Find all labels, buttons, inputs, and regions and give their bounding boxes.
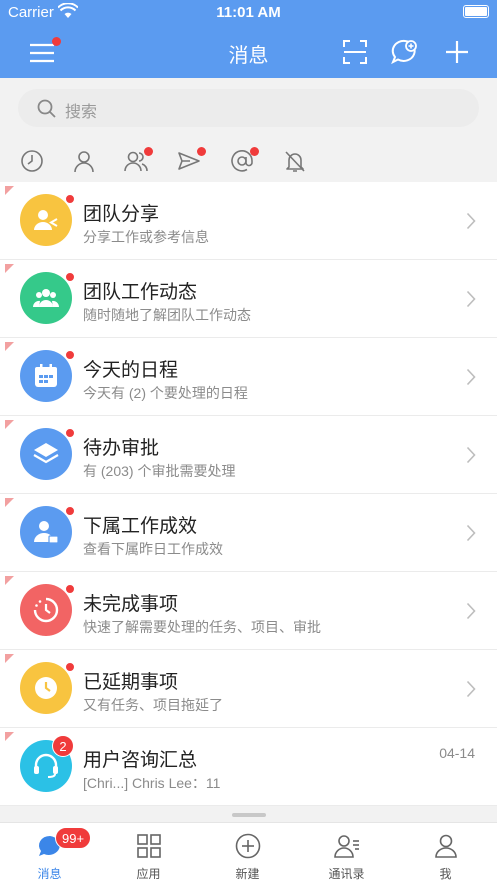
group-notification-dot (144, 147, 153, 156)
bell-off-icon[interactable] (283, 149, 307, 173)
corner-marker (5, 186, 14, 195)
list-item[interactable]: 今天的日程 今天有 (2) 个要处理的日程 (0, 338, 497, 416)
item-subtitle: 又有任务、项目拖延了 (83, 697, 223, 713)
corner-marker (5, 732, 14, 741)
battery-icon (463, 5, 489, 18)
scan-icon[interactable] (341, 37, 371, 67)
at-notification-dot (250, 147, 259, 156)
item-title: 待办审批 (83, 438, 160, 459)
tab-label: 我 (439, 867, 452, 881)
item-title: 已延期事项 (83, 672, 179, 693)
corner-marker (5, 420, 14, 429)
send-notification-dot (197, 147, 206, 156)
item-subtitle: [Chri...] Chris Lee：11 (83, 775, 221, 791)
list-item[interactable]: 未完成事项 快速了解需要处理的任务、项目、审批 (0, 572, 497, 650)
subordinate-icon (20, 506, 72, 558)
tab-messages[interactable]: 99+ 消息 (0, 823, 99, 883)
grid-icon (137, 834, 161, 858)
plus-circle-icon (235, 833, 261, 859)
unread-count-badge: 2 (52, 735, 74, 757)
tab-label: 应用 (136, 867, 161, 881)
drag-handle[interactable] (232, 813, 266, 817)
corner-marker (5, 576, 14, 585)
message-list: 团队分享 分享工作或参考信息 团队工作动态 随时随地了解团队工作动态 今天的日程… (0, 182, 497, 806)
item-subtitle: 快速了解需要处理的任务、项目、审批 (83, 619, 321, 635)
item-title: 未完成事项 (83, 594, 179, 615)
item-subtitle: 有 (203) 个审批需要处理 (83, 463, 236, 479)
item-subtitle: 随时随地了解团队工作动态 (83, 307, 251, 323)
item-title: 团队分享 (83, 204, 160, 225)
list-item[interactable]: 团队分享 分享工作或参考信息 (0, 182, 497, 260)
search-bar[interactable]: 搜索 (18, 89, 479, 127)
unread-dot (65, 506, 75, 516)
at-icon[interactable] (230, 147, 259, 173)
list-item[interactable]: 团队工作动态 随时随地了解团队工作动态 (0, 260, 497, 338)
tab-label: 通讯录 (328, 867, 365, 881)
user-icon (435, 834, 457, 858)
chevron-right-icon (466, 446, 476, 469)
calendar-icon (20, 350, 72, 402)
corner-marker (5, 264, 14, 273)
tab-new[interactable]: 新建 (198, 823, 297, 883)
tab-me[interactable]: 我 (396, 823, 495, 883)
messages-badge: 99+ (55, 827, 92, 849)
tab-label: 消息 (37, 867, 62, 881)
plus-icon[interactable] (443, 37, 473, 67)
item-subtitle: 查看下属昨日工作成效 (83, 541, 223, 557)
tab-apps[interactable]: 应用 (99, 823, 198, 883)
corner-marker (5, 498, 14, 507)
group-icon[interactable] (124, 147, 153, 173)
unread-dot (65, 272, 75, 282)
page-title: 消息 (228, 45, 269, 67)
unread-dot (65, 662, 75, 672)
clock-icon (20, 662, 72, 714)
search-input[interactable]: 搜索 (65, 98, 97, 122)
list-item[interactable]: 2 用户咨询汇总 [Chri...] Chris Lee：11 04-14 (0, 728, 497, 806)
list-item[interactable]: 下属工作成效 查看下属昨日工作成效 (0, 494, 497, 572)
chevron-right-icon (466, 290, 476, 313)
item-title: 团队工作动态 (83, 282, 198, 303)
team-icon (20, 272, 72, 324)
search-icon (37, 99, 56, 123)
clock-pending-icon (20, 584, 72, 636)
status-bar: Carrier 11:01 AM (0, 0, 497, 26)
clock-icon[interactable] (20, 149, 44, 173)
send-icon[interactable] (177, 147, 206, 173)
tab-contacts[interactable]: 通讯录 (297, 823, 396, 883)
item-subtitle: 分享工作或参考信息 (83, 229, 209, 245)
unread-dot (65, 194, 75, 204)
clock-time: 11:01 AM (216, 4, 281, 21)
item-date: 04-14 (439, 745, 475, 761)
item-title: 用户咨询汇总 (83, 750, 198, 771)
unread-dot (65, 584, 75, 594)
tab-bar: 99+ 消息 应用 新建 通讯录 我 (0, 822, 497, 883)
chevron-right-icon (466, 212, 476, 235)
nav-bar: 消息 (0, 26, 497, 78)
chevron-right-icon (466, 602, 476, 625)
item-subtitle: 今天有 (2) 个要处理的日程 (83, 385, 248, 401)
unread-dot (65, 428, 75, 438)
corner-marker (5, 342, 14, 351)
tab-label: 新建 (235, 867, 260, 881)
layers-icon (20, 428, 72, 480)
add-chat-icon[interactable] (390, 37, 420, 67)
list-item[interactable]: 已延期事项 又有任务、项目拖延了 (0, 650, 497, 728)
unread-dot (65, 350, 75, 360)
list-item[interactable]: 待办审批 有 (203) 个审批需要处理 (0, 416, 497, 494)
chevron-right-icon (466, 680, 476, 703)
person-icon[interactable] (72, 149, 96, 173)
corner-marker (5, 654, 14, 663)
filter-row (0, 140, 497, 182)
chevron-right-icon (466, 524, 476, 547)
item-title: 今天的日程 (83, 360, 179, 381)
chevron-right-icon (466, 368, 476, 391)
share-person-icon (20, 194, 72, 246)
contacts-icon (334, 835, 359, 858)
item-title: 下属工作成效 (83, 516, 198, 537)
